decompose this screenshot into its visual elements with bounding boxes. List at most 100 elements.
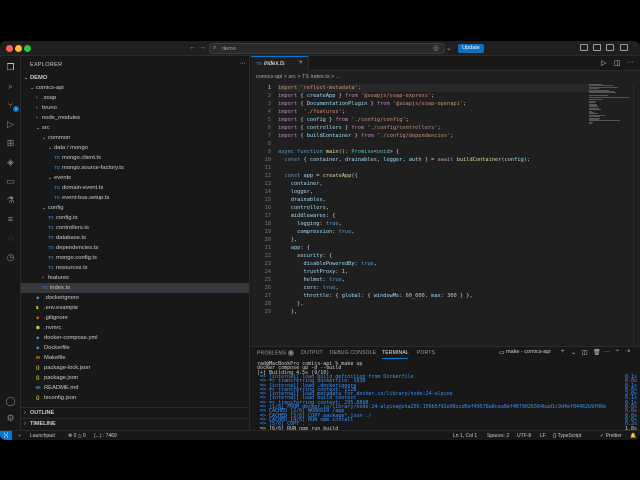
breadcrumb[interactable]: comics-api > src > TS index.ts > ... <box>256 74 340 80</box>
tab-output[interactable]: OUTPUT <box>301 350 323 356</box>
remote-explorer-icon[interactable]: ▭ <box>5 176 16 187</box>
code-line[interactable]: cors: true, <box>278 284 339 292</box>
eol-status[interactable]: LF <box>540 433 546 439</box>
tree-item[interactable]: TS index.ts <box>21 283 249 293</box>
tree-item[interactable]: ◆ .gitignore <box>21 313 249 323</box>
command-center-search[interactable]: ⌕ demo <box>209 43 445 54</box>
split-terminal-icon[interactable]: ◫ <box>582 349 588 356</box>
docker-icon[interactable]: ◈ <box>5 157 16 168</box>
code-line[interactable]: }, <box>278 308 297 316</box>
split-editor-icon[interactable]: ◫ <box>614 59 621 67</box>
timeline-section[interactable]: › TIMELINE <box>21 418 249 428</box>
tree-item[interactable]: TS domain-event.ts <box>21 183 249 193</box>
tree-item[interactable]: ⬢ .nvmrc <box>21 323 249 333</box>
code-line[interactable]: security: { <box>278 252 332 260</box>
code-line[interactable]: helmet: true, <box>278 276 346 284</box>
code-line[interactable]: }, <box>278 236 297 244</box>
tree-item[interactable]: TS controllers.ts <box>21 223 249 233</box>
tree-item[interactable]: M Makefile <box>21 353 249 363</box>
prettier-status[interactable]: ✓ Prettier <box>600 433 622 439</box>
tab-problems[interactable]: PROBLEMS 1 <box>257 350 294 356</box>
more-actions-icon[interactable]: ··· <box>604 349 610 355</box>
workspace-root[interactable]: ⌄ DEMO <box>21 73 249 83</box>
chevron-down-icon[interactable]: ⌄ <box>446 44 452 52</box>
account-icon[interactable]: ◯ <box>5 396 16 407</box>
tree-item[interactable]: ⌄ src <box>21 123 249 133</box>
settings-gear-icon[interactable]: ⚙ <box>5 413 16 424</box>
forward-arrow-icon[interactable]: → <box>199 44 206 51</box>
tree-item[interactable]: ⌄ data / mongo <box>21 143 249 153</box>
tree-item[interactable]: TS resources.ts <box>21 263 249 273</box>
tree-item[interactable]: M↓ README.md <box>21 383 249 393</box>
code-line[interactable]: app: { <box>278 244 310 252</box>
terminal-session-label[interactable]: make - comics-api <box>506 349 551 355</box>
search-icon[interactable]: ⌕ <box>5 81 16 92</box>
language-mode[interactable]: {} TypeScript <box>553 433 581 439</box>
tree-item[interactable]: TS mongo.client.ts <box>21 153 249 163</box>
close-panel-icon[interactable]: × <box>627 349 631 355</box>
source-control-status-icon[interactable]: ⑂ <box>18 433 21 439</box>
code-line[interactable]: async function main(): Promise<void> { <box>278 148 399 156</box>
close-tab-icon[interactable]: × <box>299 60 303 66</box>
toggle-secondary-sidebar-icon[interactable] <box>606 44 614 51</box>
close-window-button[interactable] <box>6 45 13 52</box>
new-terminal-icon[interactable]: + <box>561 349 565 355</box>
run-debug-icon[interactable]: ▷ <box>5 119 16 130</box>
customize-layout-icon[interactable] <box>620 44 628 51</box>
code-line[interactable]: trustProxy: 1, <box>278 268 349 276</box>
tree-item[interactable]: ◆ Dockerfile <box>21 343 249 353</box>
code-line[interactable]: import { config } from './config/config'… <box>278 116 409 124</box>
tab-index-ts[interactable]: TS index.ts × <box>251 56 309 71</box>
tree-item[interactable]: {} package-lock.json <box>21 363 249 373</box>
code-line[interactable]: import { controllers } from './config/co… <box>278 124 441 132</box>
toggle-sidebar-icon[interactable] <box>580 44 588 51</box>
code-line[interactable]: compression: true, <box>278 228 354 236</box>
code-line[interactable]: logger, <box>278 188 313 196</box>
back-arrow-icon[interactable]: ← <box>189 44 196 51</box>
code-line[interactable]: import { createApp } from '@soapjs/soap-… <box>278 92 434 100</box>
code-line[interactable]: const app = createApp({ <box>278 172 357 180</box>
code-editor[interactable]: 1 import 'reflect-metadata'; 2 import { cre… <box>251 84 640 346</box>
code-line[interactable]: import { buildContainer } from './config… <box>278 132 453 140</box>
chat-icon[interactable]: ◌ <box>5 233 16 244</box>
run-icon[interactable]: ▷ <box>601 59 606 67</box>
notifications-icon[interactable]: 🔔 <box>630 433 636 439</box>
tree-item[interactable]: ⌄ common <box>21 133 249 143</box>
tab-terminal[interactable]: TERMINAL <box>382 350 409 356</box>
minimap[interactable] <box>589 84 631 125</box>
code-line[interactable]: import './features'; <box>278 108 345 116</box>
encoding-status[interactable]: UTF-8 <box>517 433 531 439</box>
tree-item[interactable]: TS dependencies.ts <box>21 243 249 253</box>
tree-item[interactable]: {} tsconfig.json <box>21 393 249 403</box>
maximize-window-button[interactable] <box>24 45 31 52</box>
explorer-icon[interactable]: ❐ <box>5 62 16 73</box>
trash-icon[interactable]: 🗑 <box>593 349 601 356</box>
code-line[interactable]: controllers, <box>278 204 329 212</box>
tree-item[interactable]: › node_modules <box>21 113 249 123</box>
tree-item[interactable]: TS mongo.source-factory.ts <box>21 163 249 173</box>
database-icon[interactable]: ≡ <box>5 214 16 225</box>
tree-item[interactable]: TS database.ts <box>21 233 249 243</box>
tree-item[interactable]: › features <box>21 273 249 283</box>
cursor-position[interactable]: Ln 1, Col 1 <box>453 433 477 439</box>
tab-ports[interactable]: PORTS <box>417 350 435 356</box>
tree-item[interactable]: › bruno <box>21 103 249 113</box>
tree-item[interactable]: $ .env.example <box>21 303 249 313</box>
tree-item[interactable]: ◆ .dockerignore <box>21 293 249 303</box>
more-actions-icon[interactable]: ··· <box>627 59 634 66</box>
tree-item[interactable]: ◆ docker-compose.yml <box>21 333 249 343</box>
code-line[interactable]: import 'reflect-metadata'; <box>278 84 596 92</box>
tree-item[interactable]: TS config.ts <box>21 213 249 223</box>
outline-section[interactable]: › OUTLINE <box>21 407 249 417</box>
toggle-panel-icon[interactable] <box>593 44 601 51</box>
chevron-down-icon[interactable]: ⌄ <box>571 349 576 356</box>
code-line[interactable]: container, <box>278 180 323 188</box>
launchpad-status[interactable]: Launchpad <box>30 433 55 439</box>
remote-indicator-icon[interactable]: ⟩⟨ <box>0 431 12 440</box>
code-line[interactable]: const { container, drainables, logger, a… <box>278 156 530 164</box>
tree-item[interactable]: ⌄ config <box>21 203 249 213</box>
tree-item[interactable]: TS mongo.config.ts <box>21 253 249 263</box>
misc-status[interactable]: (...) : 7469 <box>94 433 117 439</box>
more-actions-icon[interactable]: ··· <box>239 60 246 67</box>
tree-item[interactable]: › .soap <box>21 93 249 103</box>
